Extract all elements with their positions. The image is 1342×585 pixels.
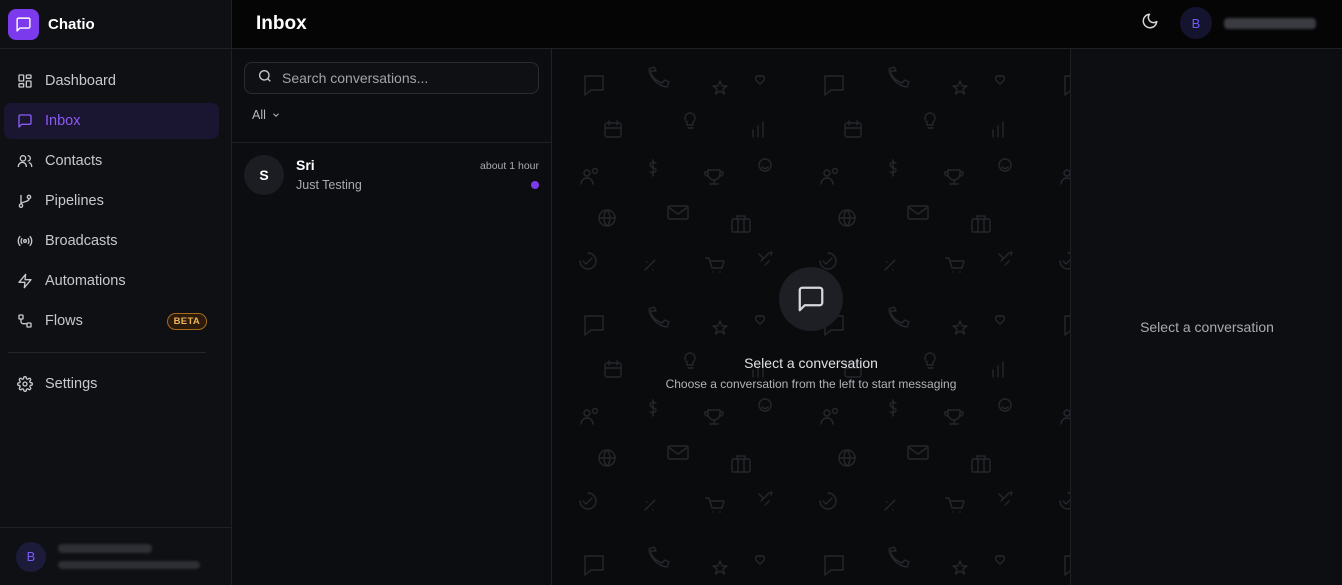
logo-icon <box>8 8 39 40</box>
conversation-list-panel: All S Sri Just Testing about 1 hour <box>232 49 552 585</box>
sidebar-item-label: Dashboard <box>45 73 116 89</box>
message-time: about 1 hour <box>480 160 539 172</box>
message-icon <box>16 113 33 130</box>
beta-badge: BETA <box>166 313 207 330</box>
git-branch-icon <box>16 193 33 210</box>
sidebar-item-label: Broadcasts <box>45 233 118 249</box>
message-icon <box>779 267 843 331</box>
user-name-redacted <box>58 544 152 553</box>
sidebar-item-label: Pipelines <box>45 193 104 209</box>
dashboard-icon <box>16 73 33 90</box>
main-nav: Dashboard Inbox Contacts Pipelines Broad… <box>0 49 231 402</box>
search-box[interactable] <box>244 62 539 94</box>
sidebar-item-broadcasts[interactable]: Broadcasts <box>4 223 219 259</box>
sidebar-item-label: Contacts <box>45 153 103 169</box>
user-avatar[interactable]: B <box>1180 7 1212 39</box>
filter-dropdown[interactable]: All <box>252 108 281 122</box>
search-input[interactable] <box>282 70 522 86</box>
zap-icon <box>16 273 33 290</box>
avatar: B <box>16 541 46 572</box>
message-preview: Just Testing <box>296 178 362 192</box>
conversation-item[interactable]: S Sri Just Testing about 1 hour <box>232 143 551 207</box>
page-title: Inbox <box>256 13 307 34</box>
gear-icon <box>16 376 33 393</box>
search-icon <box>257 68 273 89</box>
brand[interactable]: Chatio <box>0 0 231 49</box>
chevron-down-icon <box>271 110 281 120</box>
unread-indicator <box>531 181 539 189</box>
sidebar-item-label: Automations <box>45 273 126 289</box>
app-name: Chatio <box>48 15 95 33</box>
broadcast-icon <box>16 233 33 250</box>
sidebar: Chatio Dashboard Inbox Contacts Pipeline… <box>0 0 232 585</box>
sidebar-item-contacts[interactable]: Contacts <box>4 143 219 179</box>
chat-area: Select a conversation Choose a conversat… <box>552 49 1070 585</box>
top-bar: Inbox B <box>232 0 1342 49</box>
sidebar-item-pipelines[interactable]: Pipelines <box>4 183 219 219</box>
sidebar-item-dashboard[interactable]: Dashboard <box>4 63 219 99</box>
sidebar-item-label: Flows <box>45 313 83 329</box>
sidebar-item-inbox[interactable]: Inbox <box>4 103 219 139</box>
sidebar-item-label: Inbox <box>45 113 81 129</box>
user-email-redacted <box>58 561 200 569</box>
user-name-redacted <box>1224 17 1316 29</box>
empty-state: Select a conversation Choose a conversat… <box>552 267 1070 391</box>
contact-avatar: S <box>244 155 284 195</box>
details-empty-text: Select a conversation <box>1140 319 1274 335</box>
moon-icon <box>1141 12 1159 35</box>
contact-details-panel: Select a conversation <box>1070 49 1342 585</box>
filter-label: All <box>252 108 266 122</box>
sidebar-item-flows[interactable]: Flows BETA <box>4 303 219 339</box>
sidebar-item-label: Settings <box>45 376 98 392</box>
contact-name: Sri <box>296 157 315 173</box>
theme-toggle-button[interactable] <box>1134 7 1166 39</box>
user-profile[interactable]: B <box>0 527 231 585</box>
empty-state-subtitle: Choose a conversation from the left to s… <box>665 377 957 391</box>
flow-icon <box>16 313 33 330</box>
sidebar-item-settings[interactable]: Settings <box>4 366 219 402</box>
sidebar-item-automations[interactable]: Automations <box>4 263 219 299</box>
empty-state-title: Select a conversation <box>744 355 878 371</box>
users-icon <box>16 153 33 170</box>
nav-divider <box>8 352 206 353</box>
